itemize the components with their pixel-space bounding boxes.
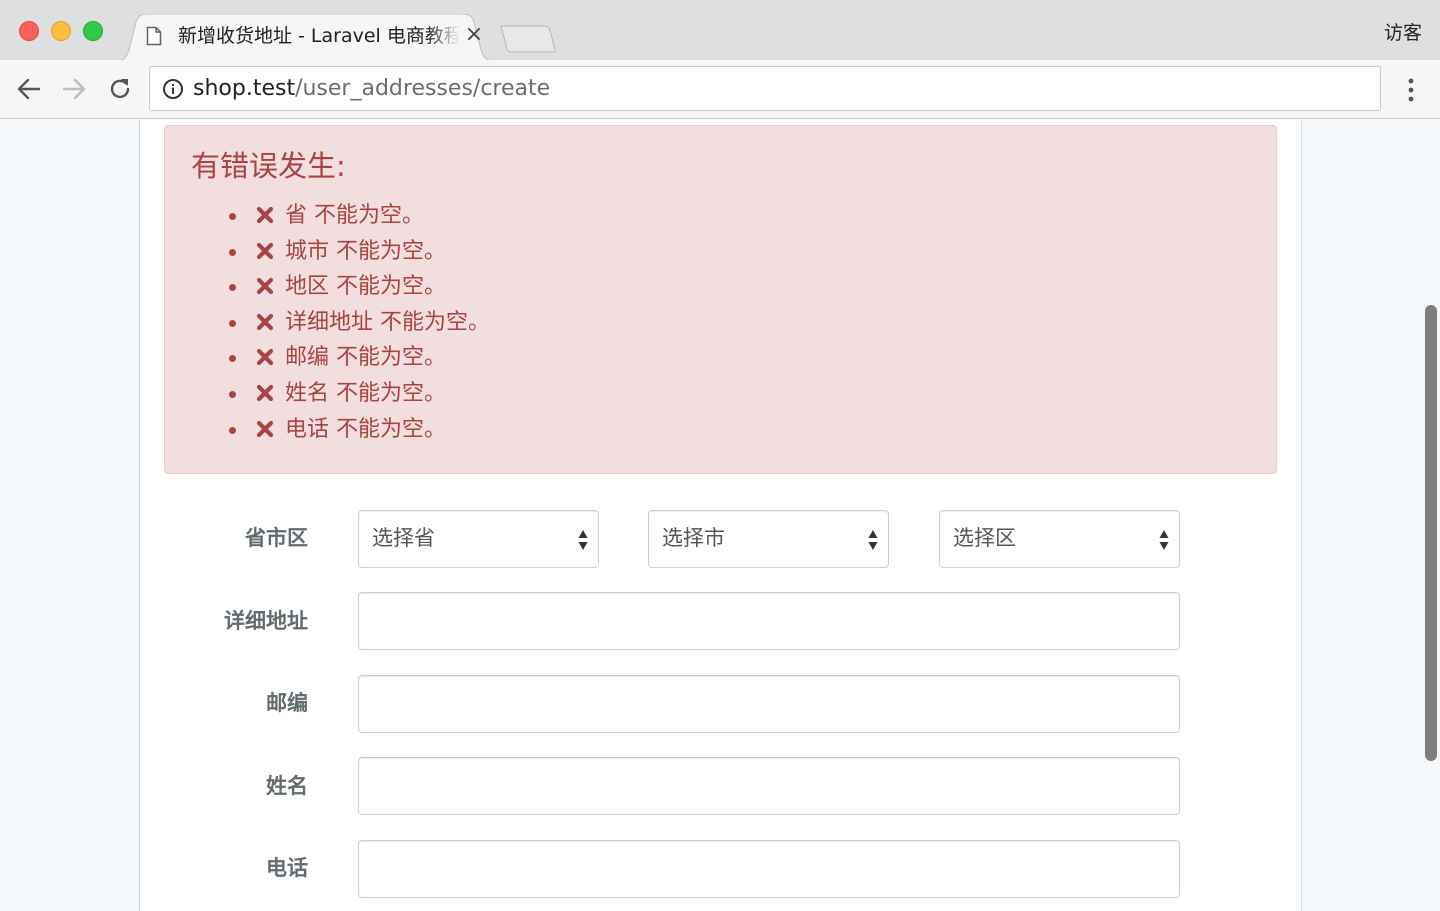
contact-name-label: 姓名 xyxy=(266,774,308,798)
minimize-window-button[interactable] xyxy=(51,21,71,41)
city-select[interactable]: 选择市 xyxy=(648,510,889,568)
error-message: 电话 不能为空。 xyxy=(285,416,446,442)
error-message: 姓名 不能为空。 xyxy=(285,380,446,406)
close-window-button[interactable] xyxy=(19,21,39,41)
bullet-dot xyxy=(229,319,236,327)
contact-phone-label: 电话 xyxy=(266,856,308,880)
bullet-dot xyxy=(229,390,236,398)
arrow-right-icon[interactable] xyxy=(59,74,89,104)
url-host: shop.test xyxy=(193,76,296,101)
times-icon xyxy=(256,349,274,366)
tab-title: 新增收货地址 - Laravel 电商教程 xyxy=(178,25,460,47)
url-text: shop.test/user_addresses/create xyxy=(193,76,550,102)
bullet-dot xyxy=(229,426,236,434)
kebab-menu-icon[interactable] xyxy=(1402,77,1420,103)
error-alert: 有错误发生: 省 不能为空。 城市 不能为空。 地区 不能为空。详细地址 不能为空。… xyxy=(164,125,1277,474)
profile-guest-button[interactable]: 访客 xyxy=(1384,18,1422,45)
error-message: 邮编 不能为空。 xyxy=(285,345,446,371)
times-icon xyxy=(256,420,274,437)
times-icon xyxy=(256,206,274,224)
address-label: 详细地址 xyxy=(224,609,308,633)
province-select-value: 选择省 xyxy=(372,526,435,550)
zip-input[interactable] xyxy=(358,675,1180,733)
page-viewport: 有错误发生: 省 不能为空。 城市 不能为空。 地区 不能为空。详细地址 不能为空。… xyxy=(0,120,1440,911)
window-titlebar: 新增收货地址 - Laravel 电商教程 × 访客 xyxy=(0,0,1440,61)
zip-label: 邮编 xyxy=(266,691,308,715)
url-path: /user_addresses/create xyxy=(295,76,551,101)
contact-phone-input[interactable] xyxy=(358,840,1180,898)
select-arrows-icon xyxy=(578,530,588,550)
district-select-value: 选择区 xyxy=(953,526,1016,550)
times-icon xyxy=(256,313,274,330)
district-select[interactable]: 选择区 xyxy=(939,510,1180,568)
tab-active[interactable]: 新增收货地址 - Laravel 电商教程 × xyxy=(116,14,494,61)
browser-toolbar: shop.test/user_addresses/create xyxy=(0,60,1440,119)
select-arrows-icon xyxy=(1159,530,1169,550)
times-icon xyxy=(256,384,274,402)
times-icon xyxy=(256,242,274,259)
error-message: 城市 不能为空。 xyxy=(285,238,446,264)
contact-name-input[interactable] xyxy=(358,757,1180,815)
page-icon xyxy=(146,26,162,46)
tab-close-icon[interactable]: × xyxy=(464,22,484,48)
reload-icon[interactable] xyxy=(105,74,135,104)
maximize-window-button[interactable] xyxy=(83,21,103,41)
address-bar[interactable]: shop.test/user_addresses/create xyxy=(149,66,1381,111)
scrollbar-thumb[interactable] xyxy=(1425,305,1437,761)
alert-title: 有错误发生: xyxy=(191,149,346,183)
address-input[interactable] xyxy=(358,592,1180,650)
error-message: 省 不能为空。 xyxy=(285,203,424,228)
error-message: 地区 不能为空。 xyxy=(285,274,446,300)
bullet-dot xyxy=(229,284,236,292)
region-label: 省市区 xyxy=(245,526,308,550)
province-select[interactable]: 选择省 xyxy=(358,510,599,568)
times-icon xyxy=(256,278,274,295)
arrow-left-icon[interactable] xyxy=(14,74,44,104)
new-tab-button[interactable] xyxy=(500,24,558,54)
info-icon[interactable] xyxy=(162,78,184,100)
bullet-dot xyxy=(229,248,236,256)
bullet-dot xyxy=(229,355,236,363)
bullet-dot xyxy=(229,213,236,220)
error-message: 详细地址 不能为空。 xyxy=(285,309,490,335)
city-select-value: 选择市 xyxy=(662,526,725,550)
select-arrows-icon xyxy=(868,530,878,550)
